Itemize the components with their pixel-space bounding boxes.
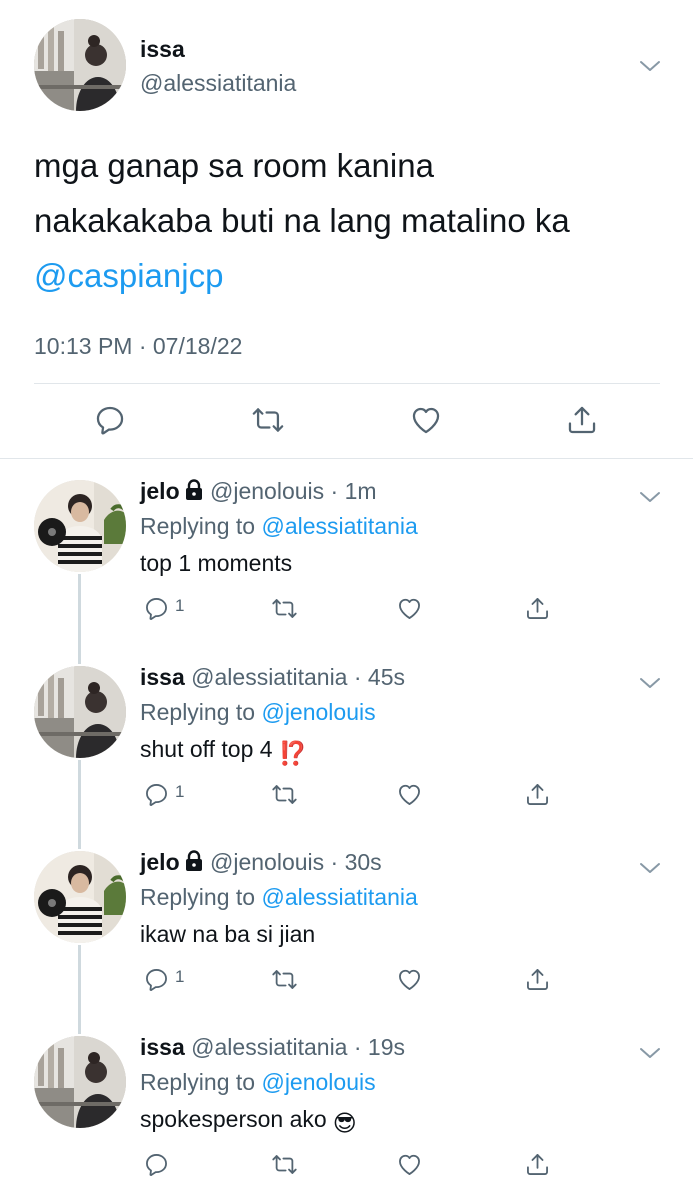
- avatar-image: [34, 480, 126, 572]
- heart-icon[interactable]: [396, 781, 423, 808]
- chevron-down-icon[interactable]: [639, 1046, 661, 1060]
- retweet-icon[interactable]: [251, 403, 285, 437]
- author-handle[interactable]: @alessiatitania: [191, 664, 347, 690]
- reply-text: top 1 moments: [140, 550, 293, 576]
- divider: [0, 458, 693, 459]
- reply-icon[interactable]: [143, 1151, 170, 1178]
- mention-link[interactable]: @jenolouis: [261, 1069, 375, 1095]
- replying-prefix: Replying to: [140, 1069, 262, 1095]
- mention-link[interactable]: @alessiatitania: [261, 513, 417, 539]
- reply-text-content: shut off top 4: [140, 736, 273, 762]
- reply-icon[interactable]: [143, 595, 170, 622]
- author-name[interactable]: jelo: [140, 849, 180, 875]
- author-name[interactable]: issa: [140, 664, 185, 690]
- replying-to: Replying to @alessiatitania: [140, 884, 418, 911]
- avatar-image: [34, 19, 126, 111]
- reply-time[interactable]: · 19s: [354, 1034, 405, 1060]
- reply-header: issa @alessiatitania · 45s: [140, 664, 405, 691]
- avatar[interactable]: [34, 851, 126, 943]
- heart-icon[interactable]: [396, 595, 423, 622]
- replying-to: Replying to @alessiatitania: [140, 513, 418, 540]
- replying-to: Replying to @jenolouis: [140, 1069, 376, 1096]
- heart-icon[interactable]: [396, 966, 423, 993]
- interrobang-emoji: ⁉️: [278, 740, 308, 766]
- thread-line: [78, 760, 81, 832]
- avatar-image: [34, 666, 126, 758]
- reply-time[interactable]: · 45s: [354, 664, 405, 690]
- main-tweet: issa @alessiatitania mga ganap sa room k…: [0, 0, 693, 458]
- thread-line: [78, 831, 81, 849]
- author-handle[interactable]: @alessiatitania: [140, 70, 296, 97]
- reply-text-content: spokesperson ako: [140, 1106, 327, 1132]
- reply-icon[interactable]: [143, 781, 170, 808]
- share-icon[interactable]: [524, 1151, 551, 1178]
- avatar[interactable]: [34, 480, 126, 572]
- replying-prefix: Replying to: [140, 513, 262, 539]
- reply-tweet[interactable]: jelo @jenolouis · 30s Replying to @aless…: [0, 831, 693, 1019]
- chevron-down-icon[interactable]: [639, 490, 661, 504]
- tweet-text: mga ganap sa room kanina nakakakaba buti…: [34, 138, 664, 303]
- tweet-timestamp[interactable]: 10:13 PM · 07/18/22: [34, 333, 242, 360]
- reply-text: shut off top 4 ⁉️: [140, 736, 307, 767]
- author-name[interactable]: issa: [140, 36, 185, 63]
- avatar-image: [34, 851, 126, 943]
- reply-text: ikaw na ba si jian: [140, 921, 316, 947]
- reply-header: jelo @jenolouis · 1m: [140, 478, 377, 505]
- reply-header: issa @alessiatitania · 19s: [140, 1034, 405, 1061]
- thread-line: [78, 945, 81, 1019]
- share-icon[interactable]: [524, 781, 551, 808]
- avatar-image: [34, 1036, 126, 1128]
- author-handle[interactable]: @jenolouis: [210, 478, 324, 504]
- share-icon[interactable]: [565, 403, 599, 437]
- reply-tweet[interactable]: jelo @jenolouis · 1m Replying to @alessi…: [0, 460, 693, 646]
- reply-tweet[interactable]: issa @alessiatitania · 45s Replying to @…: [0, 646, 693, 832]
- retweet-icon[interactable]: [271, 781, 298, 808]
- mention-link[interactable]: @alessiatitania: [261, 884, 417, 910]
- mention-link[interactable]: @jenolouis: [261, 699, 375, 725]
- tweet-text-line: mga ganap sa room kanina: [34, 147, 434, 184]
- chevron-down-icon[interactable]: [639, 861, 661, 875]
- reply-header: jelo @jenolouis · 30s: [140, 849, 382, 876]
- mention-link[interactable]: @caspianjcp: [34, 248, 664, 303]
- thread-line: [78, 1016, 81, 1034]
- heart-icon[interactable]: [396, 1151, 423, 1178]
- reply-count: 1: [175, 782, 185, 801]
- reply-count: 1: [175, 967, 185, 986]
- author-name[interactable]: issa: [140, 1034, 185, 1060]
- author-handle[interactable]: @jenolouis: [210, 849, 324, 875]
- author-name[interactable]: jelo: [140, 478, 180, 504]
- heart-icon[interactable]: [409, 403, 443, 437]
- author-handle[interactable]: @alessiatitania: [191, 1034, 347, 1060]
- share-icon[interactable]: [524, 966, 551, 993]
- thread-line: [78, 646, 81, 664]
- replying-prefix: Replying to: [140, 699, 262, 725]
- retweet-icon[interactable]: [271, 595, 298, 622]
- replying-to: Replying to @jenolouis: [140, 699, 376, 726]
- tweet-text-line: nakakakaba buti na lang matalino ka: [34, 202, 570, 239]
- thread-line: [78, 574, 81, 646]
- retweet-icon[interactable]: [271, 966, 298, 993]
- lock-icon: [184, 479, 204, 501]
- retweet-icon[interactable]: [271, 1151, 298, 1178]
- avatar[interactable]: [34, 1036, 126, 1128]
- avatar[interactable]: [34, 19, 126, 111]
- sunglasses-emoji: 😎: [332, 1110, 357, 1136]
- chevron-down-icon[interactable]: [639, 59, 661, 73]
- chevron-down-icon[interactable]: [639, 676, 661, 690]
- reply-time[interactable]: · 30s: [331, 849, 382, 875]
- reply-tweet[interactable]: issa @alessiatitania · 19s Replying to @…: [0, 1016, 693, 1200]
- share-icon[interactable]: [524, 595, 551, 622]
- reply-text: spokesperson ako 😎: [140, 1106, 357, 1137]
- lock-icon: [184, 850, 204, 872]
- reply-count: 1: [175, 596, 185, 615]
- reply-icon[interactable]: [93, 403, 127, 437]
- reply-time[interactable]: · 1m: [331, 478, 377, 504]
- replying-prefix: Replying to: [140, 884, 262, 910]
- avatar[interactable]: [34, 666, 126, 758]
- reply-icon[interactable]: [143, 966, 170, 993]
- divider: [34, 383, 660, 384]
